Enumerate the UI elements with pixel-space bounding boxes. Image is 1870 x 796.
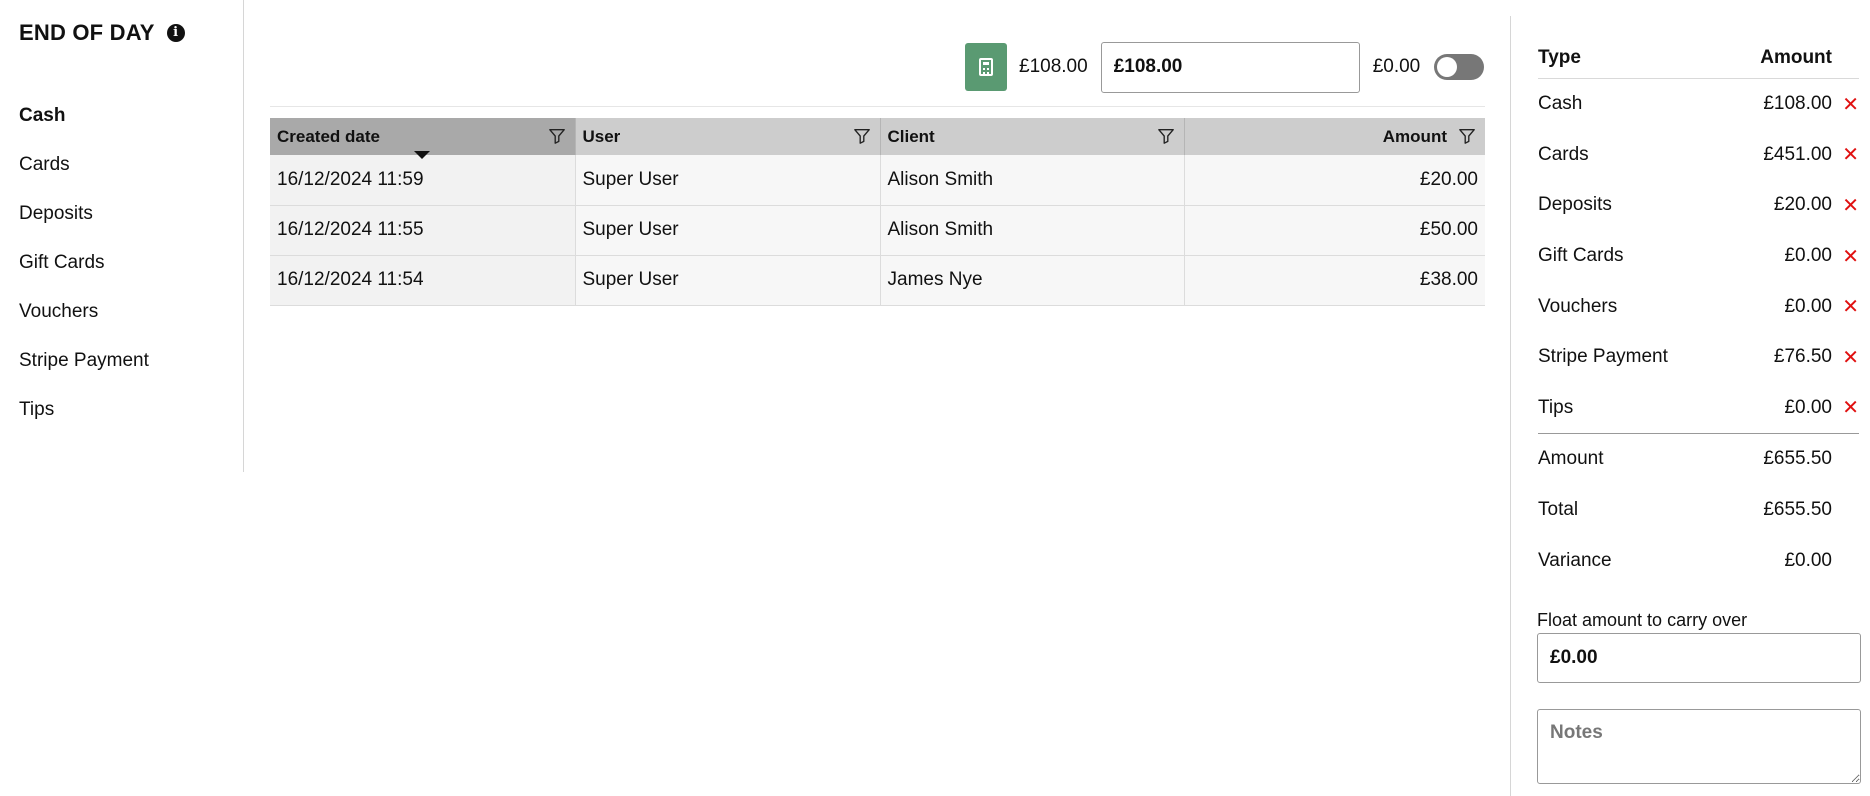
summary-amount: £451.00 [1763, 143, 1832, 165]
sidebar: END OF DAY i Cash Cards Deposits Gift Ca… [0, 0, 244, 472]
summary-type: Tips [1538, 396, 1574, 418]
transactions-table: Created date User Client Amount 16/12/20… [270, 118, 1485, 306]
summary-type: Amount [1538, 448, 1604, 470]
sidebar-item-tips[interactable]: Tips [19, 398, 149, 447]
remove-icon[interactable]: ✕ [1832, 193, 1859, 218]
filter-icon[interactable] [548, 127, 566, 145]
table-row[interactable]: 16/12/2024 11:55 Super User Alison Smith… [270, 205, 1485, 256]
sidebar-item-deposits[interactable]: Deposits [19, 202, 149, 251]
sidebar-nav: Cash Cards Deposits Gift Cards Vouchers … [19, 104, 149, 447]
summary-amount: £655.50 [1763, 499, 1832, 521]
summary-type: Cash [1538, 93, 1583, 115]
summary-header: Type Amount [1538, 38, 1859, 79]
cell-amount: £50.00 [1184, 205, 1485, 256]
summary-amount: £108.00 [1763, 93, 1832, 115]
difference-amount: £0.00 [1372, 56, 1421, 77]
summary-row-deposits: Deposits £20.00 ✕ [1538, 180, 1859, 231]
counted-amount-input[interactable] [1100, 41, 1360, 93]
filter-icon[interactable] [1157, 127, 1175, 145]
cell-user: Super User [575, 255, 881, 306]
cell-client: James Nye [880, 255, 1185, 306]
filter-icon[interactable] [1458, 127, 1476, 145]
summary-amount: £76.50 [1773, 346, 1832, 368]
remove-icon[interactable]: ✕ [1832, 294, 1859, 319]
summary-type: Total [1538, 499, 1579, 521]
remove-icon[interactable]: ✕ [1832, 244, 1859, 269]
sidebar-item-cards[interactable]: Cards [19, 153, 149, 202]
expected-amount: £108.00 [1019, 56, 1088, 77]
summary-table: Type Amount Cash £108.00 ✕ Cards £451.00… [1538, 38, 1859, 586]
summary-type: Stripe Payment [1538, 346, 1668, 368]
cell-created-date: 16/12/2024 11:54 [270, 255, 576, 306]
toggle-knob [1437, 57, 1458, 77]
remove-icon[interactable]: ✕ [1832, 142, 1859, 167]
notes-textarea[interactable] [1537, 709, 1861, 784]
remove-icon[interactable]: ✕ [1832, 395, 1859, 420]
column-header-amount[interactable]: Amount [1184, 118, 1485, 155]
summary-type: Cards [1538, 143, 1589, 165]
cell-client: Alison Smith [880, 205, 1185, 256]
summary-total: Total £655.50 [1538, 485, 1859, 536]
summary-type-header: Type [1538, 47, 1581, 68]
toggle-switch[interactable] [1434, 54, 1485, 80]
summary-amount: £655.50 [1763, 448, 1832, 470]
remove-icon[interactable]: ✕ [1832, 92, 1859, 117]
cell-amount: £38.00 [1184, 255, 1485, 306]
cell-created-date: 16/12/2024 11:59 [270, 155, 576, 206]
summary-row-cards: Cards £451.00 ✕ [1538, 130, 1859, 181]
filter-icon[interactable] [853, 127, 871, 145]
summary-amount: £0.00 [1784, 549, 1832, 571]
cell-user: Super User [575, 205, 881, 256]
column-label: Created date [277, 126, 380, 146]
table-row[interactable]: 16/12/2024 11:54 Super User James Nye £3… [270, 255, 1485, 306]
float-amount-label: Float amount to carry over [1537, 610, 1748, 630]
sort-descending-icon [414, 151, 430, 159]
sidebar-item-vouchers[interactable]: Vouchers [19, 300, 149, 349]
sidebar-item-gift-cards[interactable]: Gift Cards [19, 251, 149, 300]
summary-amount-header: Amount [1760, 47, 1832, 68]
table-header-row: Created date User Client Amount [270, 118, 1485, 159]
sidebar-item-cash[interactable]: Cash [19, 104, 149, 153]
summary-type: Variance [1538, 549, 1612, 571]
summary-type: Gift Cards [1538, 245, 1624, 267]
info-icon[interactable]: i [166, 24, 185, 42]
cash-toolbar: £108.00 £0.00 [965, 41, 1485, 93]
page-title: END OF DAY i [19, 20, 185, 46]
table-row[interactable]: 16/12/2024 11:59 Super User Alison Smith… [270, 155, 1485, 206]
cell-amount: £20.00 [1184, 155, 1485, 206]
remove-icon[interactable]: ✕ [1832, 345, 1859, 370]
summary-row-cash: Cash £108.00 ✕ [1538, 79, 1859, 130]
divider [270, 106, 1485, 107]
column-header-client[interactable]: Client [880, 118, 1185, 155]
summary-amount: £20.00 [1773, 194, 1832, 216]
cell-user: Super User [575, 155, 881, 206]
page-title-text: END OF DAY [19, 20, 155, 45]
summary-row-gift-cards: Gift Cards £0.00 ✕ [1538, 231, 1859, 282]
float-amount-input[interactable] [1537, 633, 1861, 683]
summary-amount: £0.00 [1784, 245, 1832, 267]
sidebar-item-stripe-payment[interactable]: Stripe Payment [19, 349, 149, 398]
summary-total-amount: Amount £655.50 [1538, 434, 1859, 485]
summary-panel: Type Amount Cash £108.00 ✕ Cards £451.00… [1510, 16, 1870, 796]
column-label: User [582, 126, 621, 146]
column-label: Amount [1382, 126, 1447, 146]
calculator-button[interactable] [965, 43, 1007, 91]
column-header-user[interactable]: User [575, 118, 881, 155]
cell-created-date: 16/12/2024 11:55 [270, 205, 576, 256]
summary-row-vouchers: Vouchers £0.00 ✕ [1538, 281, 1859, 332]
column-label: Client [887, 126, 935, 146]
summary-amount: £0.00 [1784, 396, 1832, 418]
cell-client: Alison Smith [880, 155, 1185, 206]
summary-type: Vouchers [1538, 295, 1618, 317]
calculator-icon [979, 58, 993, 76]
summary-variance: Variance £0.00 [1538, 535, 1859, 586]
summary-amount: £0.00 [1784, 295, 1832, 317]
summary-row-tips: Tips £0.00 ✕ [1538, 383, 1859, 434]
summary-row-stripe-payment: Stripe Payment £76.50 ✕ [1538, 332, 1859, 383]
column-header-created-date[interactable]: Created date [270, 118, 576, 159]
summary-type: Deposits [1538, 194, 1612, 216]
